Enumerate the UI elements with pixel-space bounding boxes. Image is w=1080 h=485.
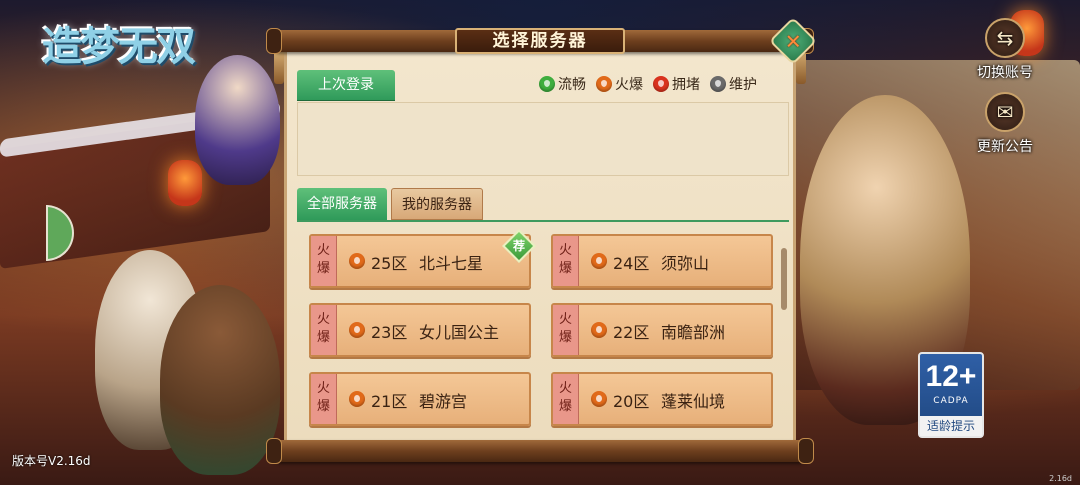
server-name: 南瞻部洲 (661, 323, 726, 342)
crowded-status-icon (653, 76, 669, 92)
legend-smooth: 流畅 (539, 74, 586, 94)
game-logo: 造梦无双 (42, 23, 196, 70)
server-name: 北斗七星 (419, 254, 484, 273)
lantern-decoration (168, 160, 202, 206)
version-label: 版本号V2.16d (12, 454, 91, 468)
server-zone: 22区 (613, 323, 650, 342)
hot-status-icon (349, 322, 365, 338)
server-card-20[interactable]: 火爆 20区 蓬莱仙境 (551, 372, 773, 426)
legend-smooth-label: 流畅 (558, 77, 586, 93)
server-list: 火爆 25区 北斗七星 荐 火爆 24区 须弥山 火爆 23区 女儿国公主 火爆 (297, 228, 789, 442)
server-card-21[interactable]: 火爆 21区 碧游宫 (309, 372, 531, 426)
corner-version: 2.16d (1049, 474, 1072, 483)
rod-cap (266, 438, 282, 464)
age-rating-label: 适龄提示 (920, 416, 982, 436)
character-fairy (195, 55, 280, 185)
tab-divider (297, 220, 789, 222)
server-zone: 21区 (371, 392, 408, 411)
update-notice-button[interactable]: ✉ 更新公告 (970, 92, 1040, 156)
hot-status-icon (591, 253, 607, 269)
tab-my-servers[interactable]: 我的服务器 (391, 188, 483, 220)
server-select-dialog: 上次登录 流畅 火爆 拥堵 维护 全部服务器 我的服务器 火 爆 25区 北斗七… (266, 16, 818, 464)
server-card-22[interactable]: 火爆 22区 南瞻部洲 (551, 303, 773, 357)
hot-status-icon (591, 391, 607, 407)
update-notice-label: 更新公告 (977, 139, 1033, 155)
server-status-label: 火爆 (311, 236, 337, 286)
close-icon: ✕ (784, 28, 802, 53)
tab-all-servers[interactable]: 全部服务器 (297, 188, 387, 220)
server-name: 蓬莱仙境 (661, 392, 726, 411)
server-zone: 23区 (371, 323, 408, 342)
dialog-paper: 上次登录 流畅 火爆 拥堵 维护 全部服务器 我的服务器 火 爆 25区 北斗七… (284, 52, 796, 442)
hot-status-icon (349, 253, 365, 269)
server-name: 碧游宫 (419, 392, 468, 411)
server-zone: 25区 (371, 254, 408, 273)
switch-icon: ⇆ (985, 18, 1025, 58)
dialog-title: 选择服务器 (455, 28, 625, 54)
age-rating-number: 12+ (925, 360, 977, 393)
maintenance-status-icon (710, 76, 726, 92)
legend-crowded: 拥堵 (653, 74, 700, 94)
hot-status-icon (591, 322, 607, 338)
age-rating-badge[interactable]: 12+ CADPA 适龄提示 (918, 352, 984, 438)
hot-status-icon (349, 391, 365, 407)
status-legend: 流畅 火爆 拥堵 维护 (539, 74, 757, 94)
server-card-25[interactable]: 火爆 25区 北斗七星 荐 (309, 229, 536, 288)
legend-maintenance: 维护 (710, 74, 757, 94)
server-card-24[interactable]: 火爆 24区 须弥山 (551, 234, 773, 288)
server-zone: 20区 (613, 392, 650, 411)
switch-account-button[interactable]: ⇆ 切换账号 (970, 18, 1040, 82)
tab-last-login[interactable]: 上次登录 (297, 70, 395, 100)
hot-status-icon (596, 76, 612, 92)
server-name: 女儿国公主 (419, 323, 500, 342)
notice-icon: ✉ (985, 92, 1025, 132)
smooth-status-icon (539, 76, 555, 92)
server-card-23[interactable]: 火爆 23区 女儿国公主 (309, 303, 531, 357)
scroll-rod-bottom (266, 438, 814, 464)
last-login-area (297, 102, 789, 176)
rod-cap (798, 438, 814, 464)
server-list-scrollbar[interactable] (781, 248, 787, 310)
legend-crowded-label: 拥堵 (672, 77, 700, 93)
switch-account-label: 切换账号 (977, 65, 1033, 81)
legend-hot-label: 火爆 (615, 77, 643, 93)
rod-cap (266, 28, 282, 54)
server-status-label: 火爆 (553, 236, 579, 286)
recommend-badge: 荐 (502, 229, 536, 263)
age-rating-org: CADPA (933, 396, 969, 406)
server-name: 须弥山 (661, 254, 710, 273)
character-monk (160, 285, 280, 475)
legend-hot: 火爆 (596, 74, 643, 94)
server-zone: 24区 (613, 254, 650, 273)
server-status-label: 火爆 (553, 305, 579, 355)
server-status-label: 火爆 (553, 374, 579, 424)
server-tabs: 全部服务器 我的服务器 (297, 188, 483, 220)
server-status-label: 火爆 (311, 305, 337, 355)
legend-maintenance-label: 维护 (729, 77, 757, 93)
server-status-label: 火爆 (311, 374, 337, 424)
